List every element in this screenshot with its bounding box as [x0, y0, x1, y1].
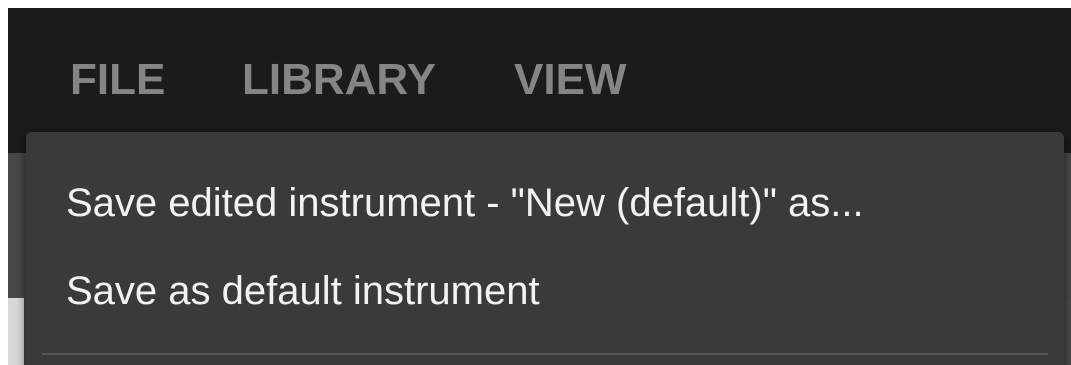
- menu-view[interactable]: VIEW: [514, 54, 626, 106]
- menu-item-save-as-default-instrument[interactable]: Save as default instrument: [66, 267, 540, 315]
- menu-file[interactable]: FILE: [70, 54, 165, 106]
- content-edge: [8, 298, 24, 365]
- file-menu-dropdown: Save edited instrument - "New (default)"…: [26, 132, 1064, 365]
- menu-divider: [42, 353, 1048, 355]
- menu-library[interactable]: LIBRARY: [242, 54, 436, 106]
- app-window: FILE LIBRARY VIEW Save edited instrument…: [8, 8, 1071, 365]
- menu-item-save-edited-instrument-as[interactable]: Save edited instrument - "New (default)"…: [66, 179, 864, 227]
